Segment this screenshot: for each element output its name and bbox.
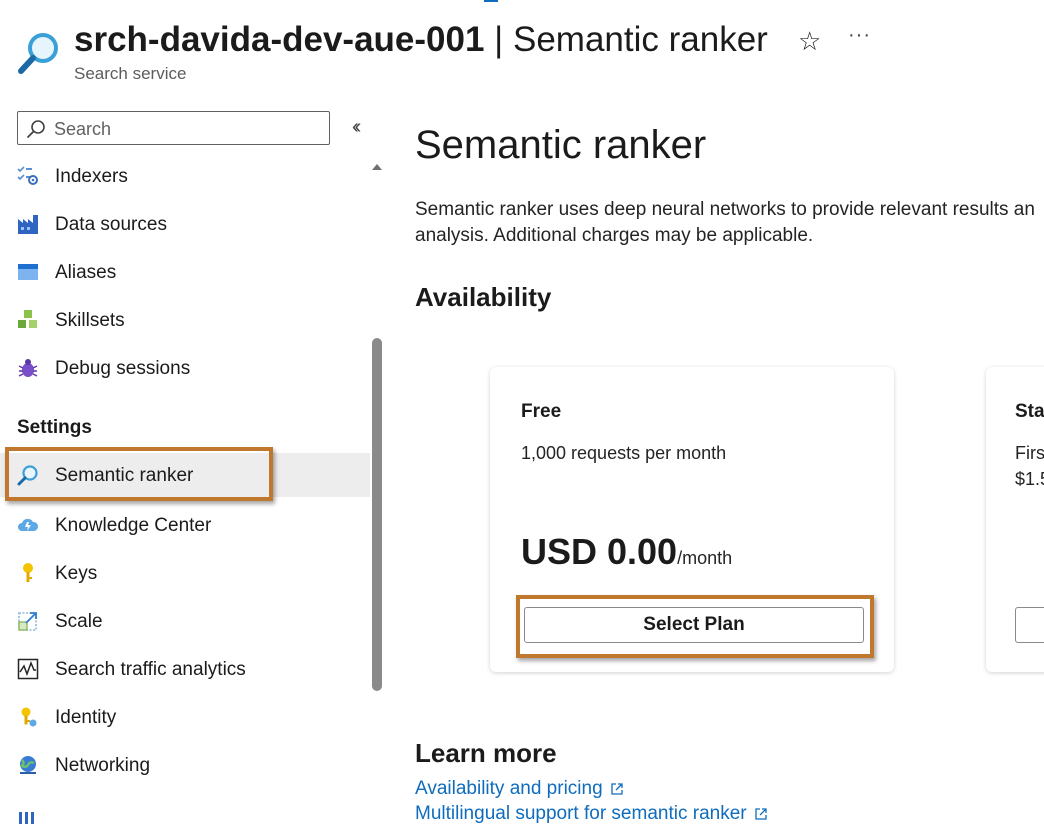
bug-icon <box>18 359 38 377</box>
sidebar-item-skillsets[interactable]: Skillsets <box>0 298 370 342</box>
page-title: srch-davida-dev-aue-001 | Semantic ranke… <box>74 18 768 62</box>
sidebar-item-indexers[interactable]: Indexers <box>0 154 370 198</box>
title-separator: | <box>484 20 513 59</box>
sidebar-item-keys[interactable]: Keys <box>0 551 370 595</box>
star-icon[interactable]: ☆ <box>798 26 821 56</box>
search-service-icon <box>18 33 58 74</box>
sidebar-item-label: Keys <box>55 563 98 584</box>
double-chevron-left-icon[interactable]: ‹‹ <box>352 116 362 139</box>
highlight-box-select-plan <box>516 595 874 658</box>
analytics-icon <box>17 658 39 680</box>
sidebar-item-label: Debug sessions <box>55 358 191 379</box>
sidebar-item-label: Scale <box>55 611 103 632</box>
plan-price: USD 0.00/month <box>521 531 732 573</box>
search-icon <box>27 120 45 138</box>
plan-price-line: $1.5 <box>1015 469 1044 489</box>
sidebar-item-debug-sessions[interactable]: Debug sessions <box>0 346 370 390</box>
sidebar-item-label: Networking <box>55 755 151 776</box>
sidebar-item-label: Data sources <box>55 214 167 235</box>
sidebar-item-networking[interactable]: Networking <box>0 743 370 787</box>
description-line-2: analysis. Additional charges may be appl… <box>415 225 814 246</box>
identity-key-icon <box>21 707 37 727</box>
knowledge-cloud-icon <box>18 518 39 531</box>
price-period: /month <box>677 548 733 568</box>
scale-icon <box>18 612 37 631</box>
sidebar-item-knowledge-center[interactable]: Knowledge Center <box>0 503 370 547</box>
sidebar-item-label: Identity <box>55 707 117 728</box>
price-amount: USD 0.00 <box>521 531 678 572</box>
sidebar-item-scale[interactable]: Scale <box>0 599 370 643</box>
ellipsis-icon[interactable]: ··· <box>848 24 871 47</box>
plan-description-line: Firs <box>1015 443 1044 463</box>
learn-more-heading: Learn more <box>415 738 557 768</box>
scrollbar-thumb[interactable] <box>372 338 382 691</box>
sidebar-item-aliases[interactable]: Aliases <box>0 250 370 294</box>
external-link-icon <box>611 783 623 795</box>
settings-section-header: Settings <box>17 417 92 438</box>
key-icon <box>23 563 33 582</box>
plan-name: Sta <box>1015 401 1044 422</box>
indexers-icon <box>17 166 38 185</box>
availability-pricing-link[interactable]: Availability and pricing <box>415 778 623 800</box>
plan-description: 1,000 requests per month <box>521 443 727 463</box>
data-sources-icon <box>18 215 38 234</box>
highlight-box-semantic-ranker <box>5 447 273 501</box>
plan-name: Free <box>521 401 562 422</box>
properties-icon <box>19 812 34 824</box>
resource-type-subtitle: Search service <box>74 64 187 83</box>
sidebar-item-label: Indexers <box>55 166 128 187</box>
scroll-up-arrow[interactable] <box>372 164 382 170</box>
main-heading: Semantic ranker <box>415 123 707 167</box>
resource-name: srch-davida-dev-aue-001 <box>74 20 485 59</box>
sidebar-item-label: Knowledge Center <box>55 515 212 536</box>
availability-heading: Availability <box>415 282 552 312</box>
blade-name: Semantic ranker <box>513 20 768 59</box>
networking-globe-icon <box>19 756 36 774</box>
skillsets-icon <box>18 310 37 328</box>
sidebar-item-identity[interactable]: Identity <box>0 695 370 739</box>
sidebar-item-label: Aliases <box>55 262 117 283</box>
sidebar-item-search-traffic-analytics[interactable]: Search traffic analytics <box>0 647 370 691</box>
sidebar-item-label: Skillsets <box>55 310 125 331</box>
select-plan-button-standard[interactable] <box>1015 607 1044 643</box>
main-description: Semantic ranker uses deep neural network… <box>415 197 1044 253</box>
top-edge-line <box>484 0 498 2</box>
multilingual-support-link[interactable]: Multilingual support for semantic ranker <box>415 803 767 825</box>
description-line-1: Semantic ranker uses deep neural network… <box>415 199 1035 220</box>
search-placeholder: Search <box>54 119 112 139</box>
sidebar-item-partially-visible[interactable] <box>0 791 370 835</box>
sidebar-item-label: Search traffic analytics <box>55 659 246 680</box>
aliases-icon <box>18 264 38 280</box>
sidebar-search-input[interactable]: Search <box>17 111 330 145</box>
sidebar-item-data-sources[interactable]: Data sources <box>0 202 370 246</box>
link-label: Multilingual support for semantic ranker <box>415 803 747 824</box>
link-label: Availability and pricing <box>415 778 603 799</box>
